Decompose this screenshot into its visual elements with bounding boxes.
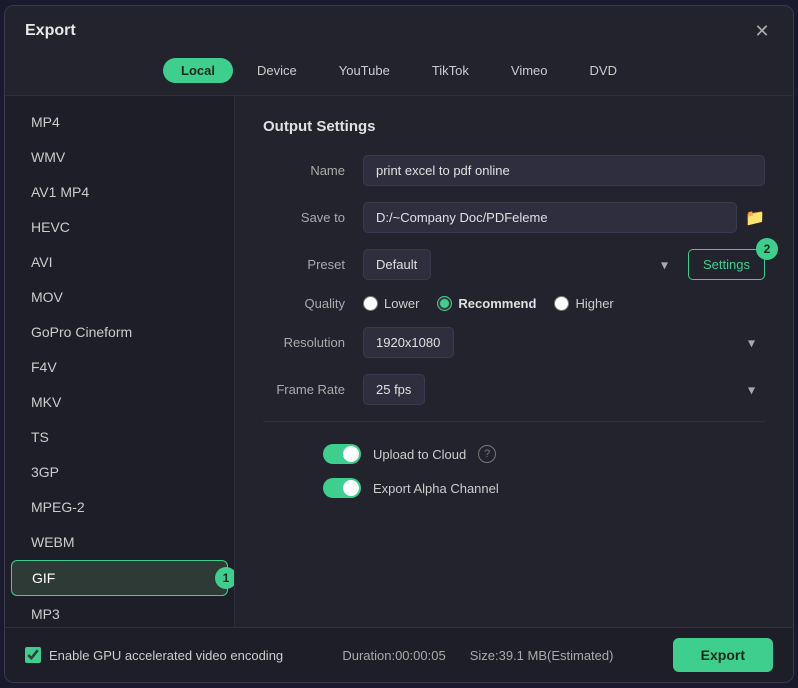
sidebar-item-ts[interactable]: TS xyxy=(11,420,228,454)
resolution-value: 1920x1080 xyxy=(363,327,765,358)
main-panel: Output Settings Name Save to 📁 Preset xyxy=(235,96,793,627)
sidebar-item-gopro[interactable]: GoPro Cineform xyxy=(11,315,228,349)
sidebar-item-avi[interactable]: AVI xyxy=(11,245,228,279)
gpu-label: Enable GPU accelerated video encoding xyxy=(49,648,283,663)
upload-cloud-info-icon[interactable]: ? xyxy=(478,445,496,463)
sidebar-item-av1mp4[interactable]: AV1 MP4 xyxy=(11,175,228,209)
export-alpha-row: Export Alpha Channel xyxy=(263,478,765,498)
footer-center: Duration:00:00:05 Size:39.1 MB(Estimated… xyxy=(342,648,613,663)
frame-rate-select[interactable]: 25 fps xyxy=(363,374,425,405)
resolution-label: Resolution xyxy=(263,335,363,350)
sidebar-item-wmv[interactable]: WMV xyxy=(11,140,228,174)
name-row: Name xyxy=(263,155,765,186)
quality-higher-radio[interactable] xyxy=(554,296,569,311)
preset-select-wrapper: Default xyxy=(363,249,678,280)
size-label: Size:39.1 MB(Estimated) xyxy=(470,648,614,663)
quality-higher[interactable]: Higher xyxy=(554,296,613,311)
tab-device[interactable]: Device xyxy=(239,58,315,83)
name-label: Name xyxy=(263,163,363,178)
folder-icon[interactable]: 📁 xyxy=(745,208,765,228)
save-to-row: Save to 📁 xyxy=(263,202,765,233)
duration-label: Duration:00:00:05 xyxy=(342,648,445,663)
sidebar-item-webm[interactable]: WEBM xyxy=(11,525,228,559)
save-to-value: 📁 xyxy=(363,202,765,233)
export-alpha-label: Export Alpha Channel xyxy=(373,481,499,496)
sidebar-item-mp4[interactable]: MP4 xyxy=(11,105,228,139)
upload-cloud-row: Upload to Cloud ? xyxy=(263,444,765,464)
dialog-title: Export xyxy=(25,22,76,40)
gpu-checkbox[interactable] xyxy=(25,647,41,663)
footer-left: Enable GPU accelerated video encoding xyxy=(25,647,283,663)
preset-value: Default Settings 2 xyxy=(363,249,765,280)
preset-label: Preset xyxy=(263,257,363,272)
frame-rate-select-wrapper: 25 fps xyxy=(363,374,765,405)
name-input[interactable] xyxy=(363,155,765,186)
sidebar-item-mpeg2[interactable]: MPEG-2 xyxy=(11,490,228,524)
frame-rate-label: Frame Rate xyxy=(263,382,363,397)
resolution-select[interactable]: 1920x1080 xyxy=(363,327,454,358)
tab-youtube[interactable]: YouTube xyxy=(321,58,408,83)
preset-select[interactable]: Default xyxy=(363,249,431,280)
sidebar-item-mov[interactable]: MOV xyxy=(11,280,228,314)
name-value xyxy=(363,155,765,186)
resolution-select-wrapper: 1920x1080 xyxy=(363,327,765,358)
tab-bar: Local Device YouTube TikTok Vimeo DVD xyxy=(5,52,793,95)
quality-label: Quality xyxy=(263,296,363,311)
quality-row: Quality Lower Recommend Higher xyxy=(263,296,765,311)
close-button[interactable]: ✕ xyxy=(751,20,773,42)
content-area: MP4 WMV AV1 MP4 HEVC AVI MOV GoPro Cinef… xyxy=(5,95,793,627)
sidebar-badge-1: 1 xyxy=(215,567,235,589)
resolution-row: Resolution 1920x1080 xyxy=(263,327,765,358)
quality-options: Lower Recommend Higher xyxy=(363,296,765,311)
export-dialog: Export ✕ Local Device YouTube TikTok Vim… xyxy=(4,5,794,683)
upload-cloud-label: Upload to Cloud xyxy=(373,447,466,462)
path-input[interactable] xyxy=(363,202,737,233)
tab-dvd[interactable]: DVD xyxy=(572,58,635,83)
footer: Enable GPU accelerated video encoding Du… xyxy=(5,627,793,682)
export-button[interactable]: Export xyxy=(673,638,773,672)
quality-lower[interactable]: Lower xyxy=(363,296,419,311)
sidebar-item-f4v[interactable]: F4V xyxy=(11,350,228,384)
sidebar-item-3gp[interactable]: 3GP xyxy=(11,455,228,489)
quality-recommend[interactable]: Recommend xyxy=(437,296,536,311)
section-title: Output Settings xyxy=(263,118,765,135)
tab-tiktok[interactable]: TikTok xyxy=(414,58,487,83)
save-to-label: Save to xyxy=(263,210,363,225)
sidebar-item-gif[interactable]: GIF 1 xyxy=(11,560,228,596)
sidebar-item-mp3[interactable]: MP3 xyxy=(11,597,228,627)
toggle-section: Upload to Cloud ? Export Alpha Channel xyxy=(263,436,765,520)
divider xyxy=(263,421,765,422)
settings-badge: 2 xyxy=(756,238,778,260)
upload-cloud-toggle[interactable] xyxy=(323,444,361,464)
sidebar-item-hevc[interactable]: HEVC xyxy=(11,210,228,244)
preset-row: Preset Default Settings 2 xyxy=(263,249,765,280)
export-alpha-toggle[interactable] xyxy=(323,478,361,498)
frame-rate-row: Frame Rate 25 fps xyxy=(263,374,765,405)
tab-local[interactable]: Local xyxy=(163,58,233,83)
title-bar: Export ✕ xyxy=(5,6,793,52)
frame-rate-value: 25 fps xyxy=(363,374,765,405)
quality-lower-radio[interactable] xyxy=(363,296,378,311)
sidebar-item-mkv[interactable]: MKV xyxy=(11,385,228,419)
settings-button[interactable]: Settings 2 xyxy=(688,249,765,280)
format-sidebar: MP4 WMV AV1 MP4 HEVC AVI MOV GoPro Cinef… xyxy=(5,96,235,627)
tab-vimeo[interactable]: Vimeo xyxy=(493,58,566,83)
quality-recommend-radio[interactable] xyxy=(437,296,452,311)
